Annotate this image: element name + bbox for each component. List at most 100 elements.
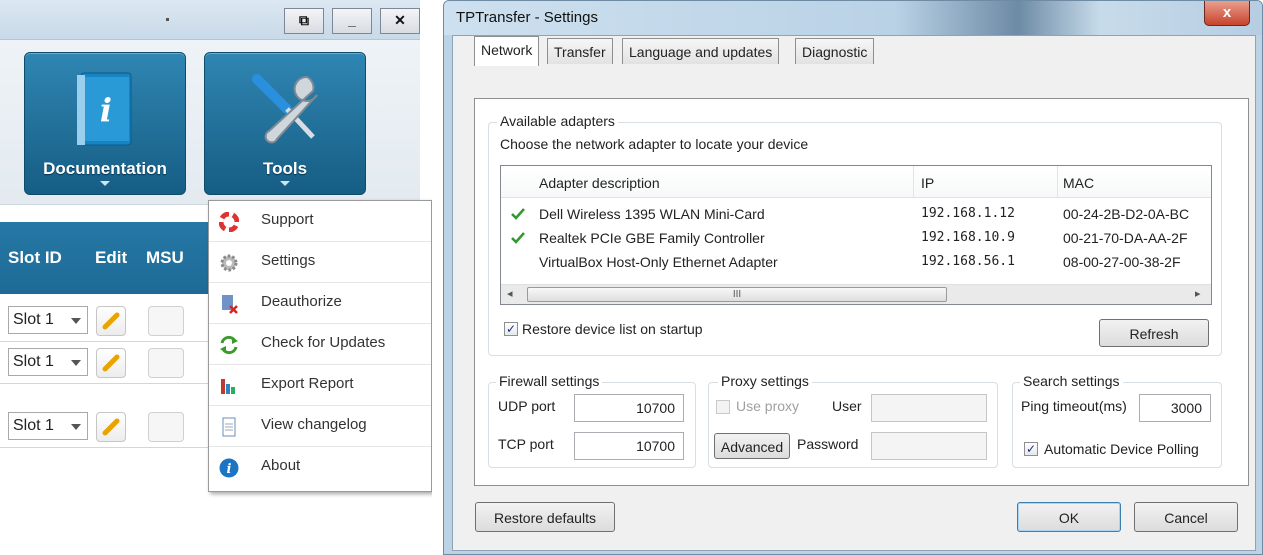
adapter-mac: 00-21-70-DA-AA-2F	[1063, 230, 1188, 246]
edit-button[interactable]	[96, 306, 126, 336]
adapter-mac: 08-00-27-00-38-2F	[1063, 254, 1181, 270]
menu-item-label: Check for Updates	[261, 334, 386, 351]
tab-diagnostic[interactable]: Diagnostic	[795, 38, 875, 64]
adapters-list-header: Adapter description IP MAC	[501, 166, 1211, 198]
udp-port-input[interactable]: 10700	[574, 394, 684, 422]
pencil-icon	[102, 312, 120, 330]
refresh-icon	[220, 335, 238, 355]
menu-item-settings[interactable]: Settings	[209, 242, 431, 283]
automatic-polling-label: Automatic Device Polling	[1044, 441, 1199, 457]
tools-label: Tools	[262, 159, 308, 178]
automatic-polling-checkbox[interactable]: ✓	[1024, 442, 1038, 456]
adapter-mac: 00-24-2B-D2-0A-BC	[1063, 206, 1190, 222]
minimize-window-button[interactable]: _	[332, 8, 372, 34]
proxy-settings-label: Proxy settings	[718, 373, 812, 389]
tab-language-updates[interactable]: Language and updates	[622, 38, 780, 64]
close-dialog-button[interactable]: x	[1204, 1, 1250, 26]
user-label: User	[832, 398, 862, 414]
refresh-button[interactable]: Refresh	[1099, 319, 1209, 347]
firewall-settings-label: Firewall settings	[496, 373, 603, 389]
tools-menu: Support Settings Deauthorize Check for U…	[208, 200, 432, 492]
menu-item-export-report[interactable]: Export Report	[209, 365, 431, 406]
adapter-ip: 192.168.1.12	[921, 206, 1015, 221]
pencil-icon	[102, 354, 120, 372]
adapter-row[interactable]: Realtek PCIe GBE Family Controller 192.1…	[501, 226, 1211, 250]
restore-device-list-checkbox[interactable]: ✓	[504, 322, 518, 336]
documentation-button[interactable]: i Documentation	[24, 52, 186, 195]
edit-button[interactable]	[96, 348, 126, 378]
adapter-ip: 192.168.56.1	[921, 254, 1015, 269]
adapter-description: Realtek PCIe GBE Family Controller	[539, 230, 765, 246]
proxy-user-input[interactable]	[871, 394, 987, 422]
chevron-down-icon	[71, 424, 81, 430]
adapters-instruction: Choose the network adapter to locate you…	[500, 136, 809, 152]
gear-icon	[220, 254, 238, 272]
menu-item-label: Support	[261, 211, 314, 228]
menu-item-check-updates[interactable]: Check for Updates	[209, 324, 431, 365]
adapters-list: Adapter description IP MAC Dell Wireless…	[500, 165, 1212, 305]
slot-select-value: Slot 1	[13, 417, 54, 434]
pencil-icon	[102, 418, 120, 436]
main-app-window: ⧉ _ ✕ i Documentation Tools Slot ID Edit…	[0, 0, 432, 555]
tcp-port-input[interactable]: 10700	[574, 432, 684, 460]
adapter-ip: 192.168.10.9	[921, 230, 1015, 245]
column-divider	[913, 166, 914, 198]
slot-select[interactable]: Slot 1	[8, 306, 88, 334]
menu-item-label: Deauthorize	[261, 293, 342, 310]
use-proxy-label: Use proxy	[736, 398, 800, 414]
tools-button[interactable]: Tools	[204, 52, 366, 195]
close-window-button[interactable]: ✕	[380, 8, 420, 34]
msu-toggle[interactable]	[148, 306, 184, 336]
adapter-row[interactable]: VirtualBox Host-Only Ethernet Adapter 19…	[501, 250, 1211, 274]
restore-defaults-button[interactable]: Restore defaults	[475, 502, 615, 532]
msu-toggle[interactable]	[148, 348, 184, 378]
msu-toggle[interactable]	[148, 412, 184, 442]
horizontal-scrollbar[interactable]: ◂ III ▸	[501, 284, 1211, 304]
menu-item-support[interactable]: Support	[209, 201, 431, 242]
column-header-description[interactable]: Adapter description	[539, 175, 660, 191]
menu-item-view-changelog[interactable]: View changelog	[209, 406, 431, 447]
restore-window-button[interactable]: ⧉	[284, 8, 324, 34]
info-icon: i	[219, 458, 239, 478]
advanced-proxy-button[interactable]: Advanced	[714, 433, 790, 459]
cancel-button[interactable]: Cancel	[1134, 502, 1238, 532]
ping-timeout-input[interactable]: 3000	[1139, 394, 1211, 422]
scroll-left-arrow-icon[interactable]: ◂	[507, 287, 513, 300]
scroll-thumb[interactable]: III	[527, 287, 947, 302]
udp-port-label: UDP port	[498, 398, 556, 414]
adapter-description: VirtualBox Host-Only Ethernet Adapter	[539, 254, 778, 270]
menu-item-about[interactable]: i About	[209, 447, 431, 488]
chevron-down-icon	[100, 181, 110, 186]
dialog-title: TPTransfer - Settings	[456, 9, 598, 26]
checkmark-icon	[511, 208, 525, 220]
proxy-password-input[interactable]	[871, 432, 987, 460]
menu-item-deauthorize[interactable]: Deauthorize	[209, 283, 431, 324]
password-label: Password	[797, 436, 859, 452]
menu-item-label: About	[261, 457, 301, 474]
screwdriver-wrench-icon	[252, 74, 318, 144]
msu-header: MSU	[146, 248, 184, 267]
tab-transfer[interactable]: Transfer	[547, 38, 613, 64]
document-icon	[222, 417, 236, 437]
tab-network[interactable]: Network	[474, 36, 540, 66]
ok-button[interactable]: OK	[1017, 502, 1121, 532]
column-header-mac[interactable]: MAC	[1063, 175, 1094, 191]
book-info-icon: i	[77, 72, 132, 146]
app-titlebar: ⧉ _ ✕	[0, 0, 420, 40]
scroll-thumb-grip: III	[732, 289, 742, 300]
slot-select-value: Slot 1	[13, 353, 54, 370]
slot-select[interactable]: Slot 1	[8, 412, 88, 440]
slot-select[interactable]: Slot 1	[8, 348, 88, 376]
use-proxy-checkbox[interactable]	[716, 400, 730, 414]
column-header-ip[interactable]: IP	[921, 175, 934, 191]
menu-item-label: Export Report	[261, 375, 354, 392]
edit-button[interactable]	[96, 412, 126, 442]
dialog-titlebar[interactable]: TPTransfer - Settings x	[444, 1, 1262, 35]
slot-id-header: Slot ID	[8, 248, 62, 267]
search-settings-label: Search settings	[1020, 373, 1123, 389]
chevron-down-icon	[71, 318, 81, 324]
restore-device-list-label: Restore device list on startup	[522, 321, 703, 337]
adapter-row[interactable]: Dell Wireless 1395 WLAN Mini-Card 192.16…	[501, 202, 1211, 226]
scroll-right-arrow-icon[interactable]: ▸	[1195, 287, 1201, 300]
lifebuoy-icon	[219, 212, 239, 232]
